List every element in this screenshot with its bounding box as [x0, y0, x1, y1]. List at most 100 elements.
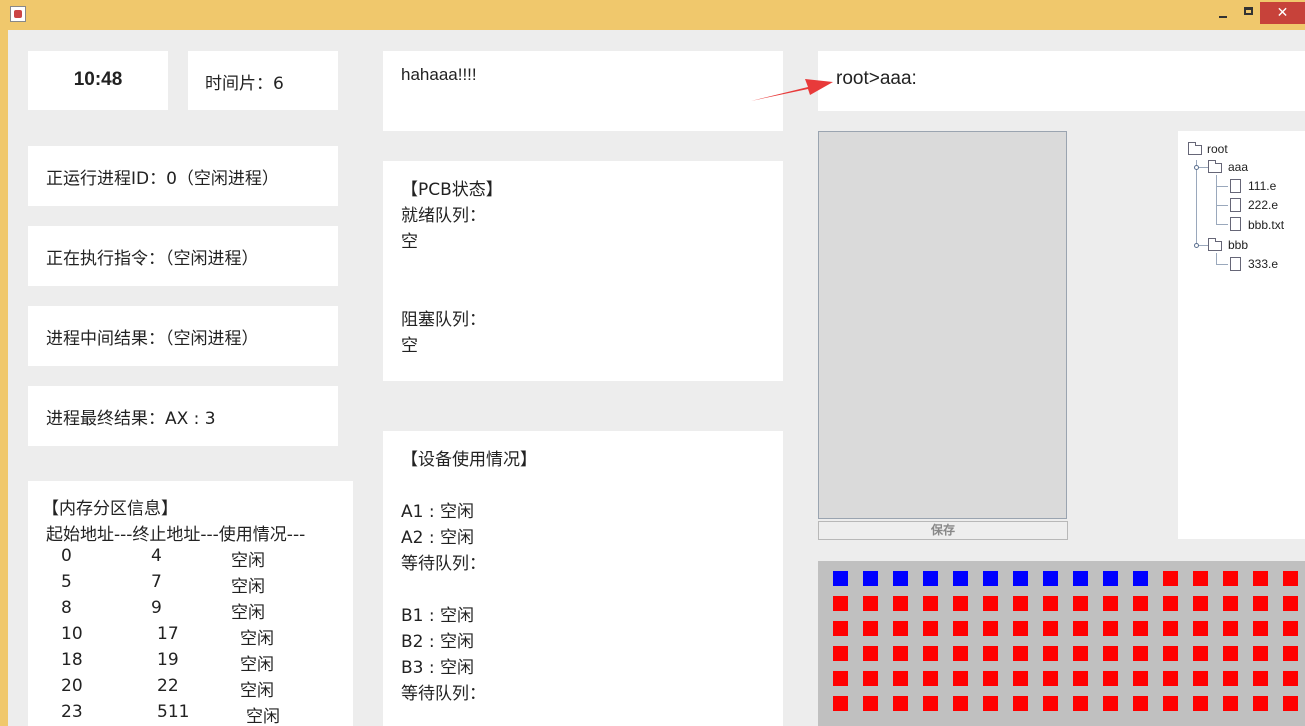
- disk-block-free: [1163, 696, 1178, 711]
- disk-block-free: [1073, 696, 1088, 711]
- disk-block-free: [1193, 596, 1208, 611]
- pcb-title: 【PCB状态】: [401, 180, 503, 200]
- intermediate-result-panel: 进程中间结果：（空闲进程）: [28, 306, 338, 366]
- memory-row-start: 23: [61, 702, 83, 722]
- tree-node-aaa[interactable]: aaa: [1228, 160, 1248, 174]
- disk-block-free: [863, 646, 878, 661]
- disk-block-free: [1163, 621, 1178, 636]
- tree-connector: [1216, 224, 1228, 225]
- pcb-status-panel: 【PCB状态】 就绪队列： 空 阻塞队列： 空: [383, 161, 783, 381]
- disk-block-free: [833, 621, 848, 636]
- disk-block-free: [1253, 571, 1268, 586]
- disk-block-free: [1103, 621, 1118, 636]
- device-b3: B3 : 空闲: [401, 658, 475, 678]
- maximize-button[interactable]: [1238, 2, 1260, 24]
- device-b2: B2 : 空闲: [401, 632, 475, 652]
- command-input[interactable]: root>aaa:: [818, 51, 1305, 111]
- disk-block-free: [863, 696, 878, 711]
- disk-block-used: [983, 571, 998, 586]
- message-text: hahaaa!!!!: [401, 65, 477, 84]
- disk-block-free: [983, 671, 998, 686]
- disk-block-free: [953, 621, 968, 636]
- memory-row-end: 17: [157, 624, 179, 644]
- disk-block-free: [1253, 621, 1268, 636]
- disk-block-free: [1103, 696, 1118, 711]
- disk-block-free: [983, 696, 998, 711]
- file-icon: [1230, 198, 1241, 212]
- executing-instruction-label: 正在执行指令：（空闲进程）: [46, 249, 259, 269]
- tree-node-file[interactable]: 222.e: [1248, 198, 1278, 212]
- memory-row-end: 9: [151, 598, 162, 618]
- disk-block-free: [953, 671, 968, 686]
- disk-block-free: [833, 646, 848, 661]
- disk-block-free: [1283, 696, 1298, 711]
- tree-node-bbb[interactable]: bbb: [1228, 238, 1248, 252]
- disk-block-free: [923, 671, 938, 686]
- file-icon: [1230, 257, 1241, 271]
- disk-block-free: [863, 596, 878, 611]
- disk-block-free: [1223, 596, 1238, 611]
- expand-toggle-icon[interactable]: [1194, 243, 1199, 248]
- disk-block-used: [863, 571, 878, 586]
- memory-row-end: 4: [151, 546, 162, 566]
- disk-block-free: [1223, 646, 1238, 661]
- disk-block-free: [1133, 646, 1148, 661]
- disk-block-free: [1103, 671, 1118, 686]
- disk-block-free: [1283, 646, 1298, 661]
- tree-node-file[interactable]: 111.e: [1248, 179, 1276, 193]
- disk-block-free: [923, 696, 938, 711]
- title-bar: ✕: [0, 0, 1305, 30]
- disk-block-free: [833, 671, 848, 686]
- disk-block-free: [1013, 671, 1028, 686]
- disk-block-free: [983, 646, 998, 661]
- device-usage-panel: 【设备使用情况】 A1 : 空闲 A2 : 空闲 等待队列： B1 : 空闲 B…: [383, 431, 783, 726]
- disk-block-grid: [818, 561, 1305, 726]
- running-process-panel: 正运行进程ID：0（空闲进程）: [28, 146, 338, 206]
- expand-toggle-icon[interactable]: [1194, 165, 1199, 170]
- file-edit-textarea[interactable]: [818, 131, 1067, 519]
- disk-block-free: [833, 696, 848, 711]
- tree-node-file[interactable]: 333.e: [1248, 257, 1278, 271]
- disk-block-used: [893, 571, 908, 586]
- java-app-icon: [10, 6, 26, 22]
- memory-row-status: 空闲: [231, 551, 265, 571]
- memory-row-status: 空闲: [246, 707, 280, 726]
- device-a1: A1 : 空闲: [401, 502, 474, 522]
- disk-block-free: [863, 621, 878, 636]
- disk-block-free: [983, 621, 998, 636]
- disk-block-free: [893, 671, 908, 686]
- disk-block-free: [1223, 671, 1238, 686]
- file-icon: [1230, 179, 1241, 193]
- executing-instruction-panel: 正在执行指令：（空闲进程）: [28, 226, 338, 286]
- file-tree: root aaa 111.e 222.e bbb.txt bbb 333.e: [1178, 131, 1305, 539]
- disk-block-free: [923, 646, 938, 661]
- disk-block-free: [1193, 621, 1208, 636]
- final-result-label: 进程最终结果：AX : 3: [46, 409, 216, 429]
- disk-block-free: [1163, 596, 1178, 611]
- folder-icon: [1208, 160, 1222, 173]
- close-button[interactable]: ✕: [1260, 2, 1305, 24]
- tree-node-root[interactable]: root: [1207, 142, 1228, 156]
- disk-block-free: [1193, 571, 1208, 586]
- disk-block-free: [1013, 596, 1028, 611]
- disk-block-free: [1073, 621, 1088, 636]
- disk-block-free: [1043, 621, 1058, 636]
- disk-block-free: [953, 596, 968, 611]
- device-b1: B1 : 空闲: [401, 606, 475, 626]
- disk-block-free: [1193, 696, 1208, 711]
- disk-block-free: [1073, 646, 1088, 661]
- minimize-button[interactable]: [1212, 2, 1234, 24]
- disk-block-free: [1223, 621, 1238, 636]
- save-button[interactable]: 保存: [818, 521, 1068, 540]
- disk-block-free: [1133, 696, 1148, 711]
- memory-row-end: 511: [157, 702, 190, 722]
- disk-block-free: [863, 671, 878, 686]
- disk-block-free: [1133, 621, 1148, 636]
- tree-node-file[interactable]: bbb.txt: [1248, 218, 1284, 232]
- memory-row-end: 22: [157, 676, 179, 696]
- folder-icon: [1188, 142, 1202, 155]
- disk-block-used: [1073, 571, 1088, 586]
- disk-block-free: [1253, 671, 1268, 686]
- memory-row-start: 10: [61, 624, 83, 644]
- disk-block-used: [833, 571, 848, 586]
